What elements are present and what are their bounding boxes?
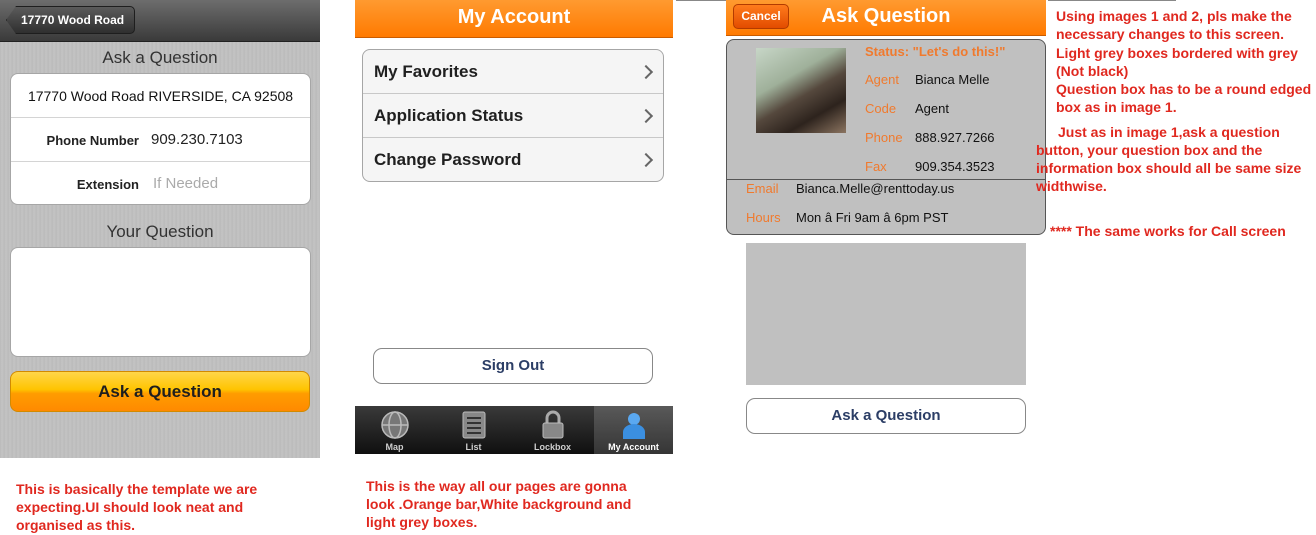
ask-heading: Ask a Question (102, 48, 218, 67)
question-box[interactable] (746, 243, 1026, 385)
back-button[interactable]: 17770 Wood Road (6, 6, 136, 34)
ask-question-button[interactable]: Ask a Question (10, 371, 310, 412)
fax-value: 909.354.3523 (915, 159, 995, 174)
menu-item-label: Change Password (374, 150, 522, 169)
phone-label: Phone Number (46, 133, 139, 148)
menu-item-change-password[interactable]: Change Password (363, 138, 663, 181)
agent-status: Status: "Let's do this!" (865, 43, 1005, 61)
tab-label: List (465, 442, 482, 452)
code-value: Agent (915, 101, 949, 116)
phone-value[interactable]: 888.927.7266 (915, 130, 995, 145)
note-call-screen: **** The same works for Call screen (1050, 223, 1286, 239)
caption-template: This is basically the template we are ex… (16, 481, 258, 533)
status-text: Status: "Let's do this!" (865, 44, 1006, 59)
tab-my-account[interactable]: My Account (594, 406, 673, 454)
email-label: Email (746, 181, 779, 196)
note-same-width: Just as in image 1,ask a question button… (1036, 124, 1302, 194)
phone-value[interactable]: 909.230.7103 (151, 131, 243, 148)
chevron-right-icon (638, 108, 654, 124)
phone-row[interactable]: Phone Number 909.230.7103 (11, 118, 310, 162)
tab-label: Lockbox (533, 442, 571, 452)
menu-item-application-status[interactable]: Application Status (363, 94, 663, 138)
contact-form: 17770 Wood Road RIVERSIDE, CA 92508 Phon… (10, 73, 311, 205)
hours-label: Hours (746, 210, 781, 225)
account-menu: My Favorites Application Status Change P… (362, 49, 664, 182)
caption-pages: This is the way all our pages are gonna … (366, 478, 632, 530)
note-grey-boxes: Light grey boxes bordered with grey (Not… (1056, 45, 1298, 79)
tab-bar: Map List Lockbox My Account (355, 406, 673, 454)
person-icon (622, 413, 645, 439)
address-text: 17770 Wood Road RIVERSIDE, CA 92508 (27, 88, 294, 104)
info-divider (727, 179, 1045, 180)
agent-value: Bianca Melle (915, 72, 990, 87)
code-label: Code (865, 101, 897, 116)
agent-photo (756, 48, 846, 133)
page-title: My Account (355, 0, 673, 38)
tab-label: My Account (608, 442, 659, 452)
list-icon (462, 411, 485, 439)
chevron-right-icon (638, 152, 654, 168)
extension-row[interactable]: Extension If Needed (11, 162, 310, 204)
lock-icon (542, 410, 563, 439)
divider (676, 0, 726, 1)
note-instructions: Using images 1 and 2, pls make the neces… (1056, 8, 1292, 42)
cancel-button[interactable]: Cancel (733, 4, 789, 29)
tab-label: Map (385, 442, 404, 452)
your-question-heading: Your Question (106, 222, 214, 241)
menu-item-label: My Favorites (374, 62, 478, 81)
email-value[interactable]: Bianca.Melle@renttoday.us (796, 181, 954, 196)
menu-item-favorites[interactable]: My Favorites (363, 50, 663, 94)
fax-label: Fax (865, 159, 887, 174)
divider (1048, 0, 1176, 1)
chevron-right-icon (638, 64, 654, 80)
extension-label: Extension (76, 177, 139, 192)
question-textarea[interactable] (10, 247, 311, 357)
phone-label: Phone (865, 130, 903, 145)
tab-list[interactable]: List (434, 406, 513, 454)
globe-icon (380, 411, 409, 439)
extension-input[interactable]: If Needed (153, 175, 218, 192)
address-row: 17770 Wood Road RIVERSIDE, CA 92508 (11, 74, 310, 118)
hours-value: Mon â Fri 9am â 6pm PST (796, 210, 949, 225)
tab-lockbox[interactable]: Lockbox (513, 406, 592, 454)
ask-question-button[interactable]: Ask a Question (746, 398, 1026, 434)
agent-label: Agent (865, 72, 899, 87)
menu-item-label: Application Status (374, 106, 524, 125)
tab-map[interactable]: Map (355, 406, 434, 454)
sign-out-button[interactable]: Sign Out (373, 348, 653, 384)
note-round-box: Question box has to be a round edged box… (1056, 81, 1312, 115)
